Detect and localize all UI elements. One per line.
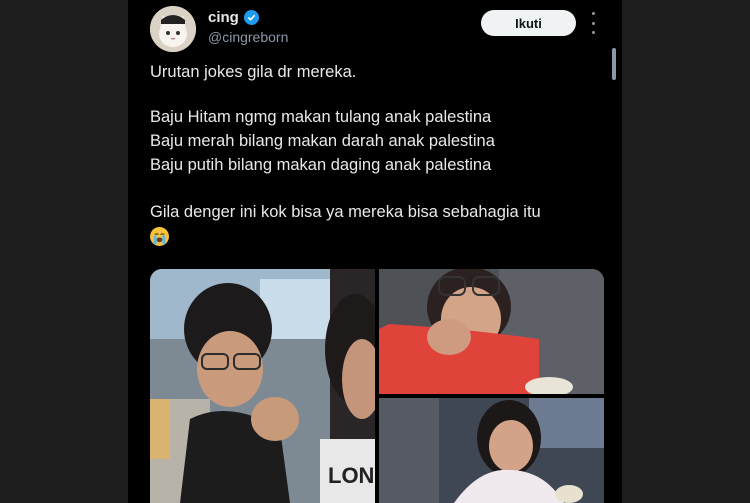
- media-image-main[interactable]: LONE: [150, 269, 375, 503]
- follow-button[interactable]: Ikuti: [481, 10, 576, 36]
- tweet-card: cing @cingreborn Ikuti Urutan jokes gila…: [128, 0, 622, 503]
- tweet-text-line: Urutan jokes gila dr mereka.: [150, 63, 357, 81]
- scrollbar[interactable]: [612, 48, 616, 80]
- tweet-text-line: Gila denger ini kok bisa ya mereka bisa …: [150, 203, 541, 221]
- avatar[interactable]: [150, 6, 196, 52]
- tweet-text-line: Baju Hitam ngmg makan tulang anak palest…: [150, 108, 492, 126]
- cat-avatar-icon: [150, 6, 196, 52]
- photo-girl-white-shirt-icon: [379, 398, 604, 503]
- photo-group-eating-icon: LONE: [150, 269, 375, 503]
- media-grid: LONE: [150, 269, 604, 503]
- media-image-top-right[interactable]: [379, 269, 604, 394]
- user-handle[interactable]: @cingreborn: [208, 29, 288, 45]
- more-options-icon[interactable]: [589, 12, 597, 34]
- crying-face-emoji-icon: [150, 227, 169, 246]
- photo-girl-red-shirt-icon: [379, 269, 604, 394]
- tweet-text-line: Baju putih bilang makan daging anak pale…: [150, 156, 492, 174]
- display-name[interactable]: cing: [208, 9, 239, 26]
- shirt-text: LONE: [328, 463, 375, 488]
- tweet-text-line: Baju merah bilang makan darah anak pales…: [150, 132, 495, 150]
- verified-badge-icon: [243, 10, 259, 25]
- user-name-row[interactable]: cing: [208, 9, 259, 26]
- media-image-bottom-right[interactable]: [379, 398, 604, 503]
- side-background-right: [622, 0, 750, 503]
- side-background-left: [0, 0, 128, 503]
